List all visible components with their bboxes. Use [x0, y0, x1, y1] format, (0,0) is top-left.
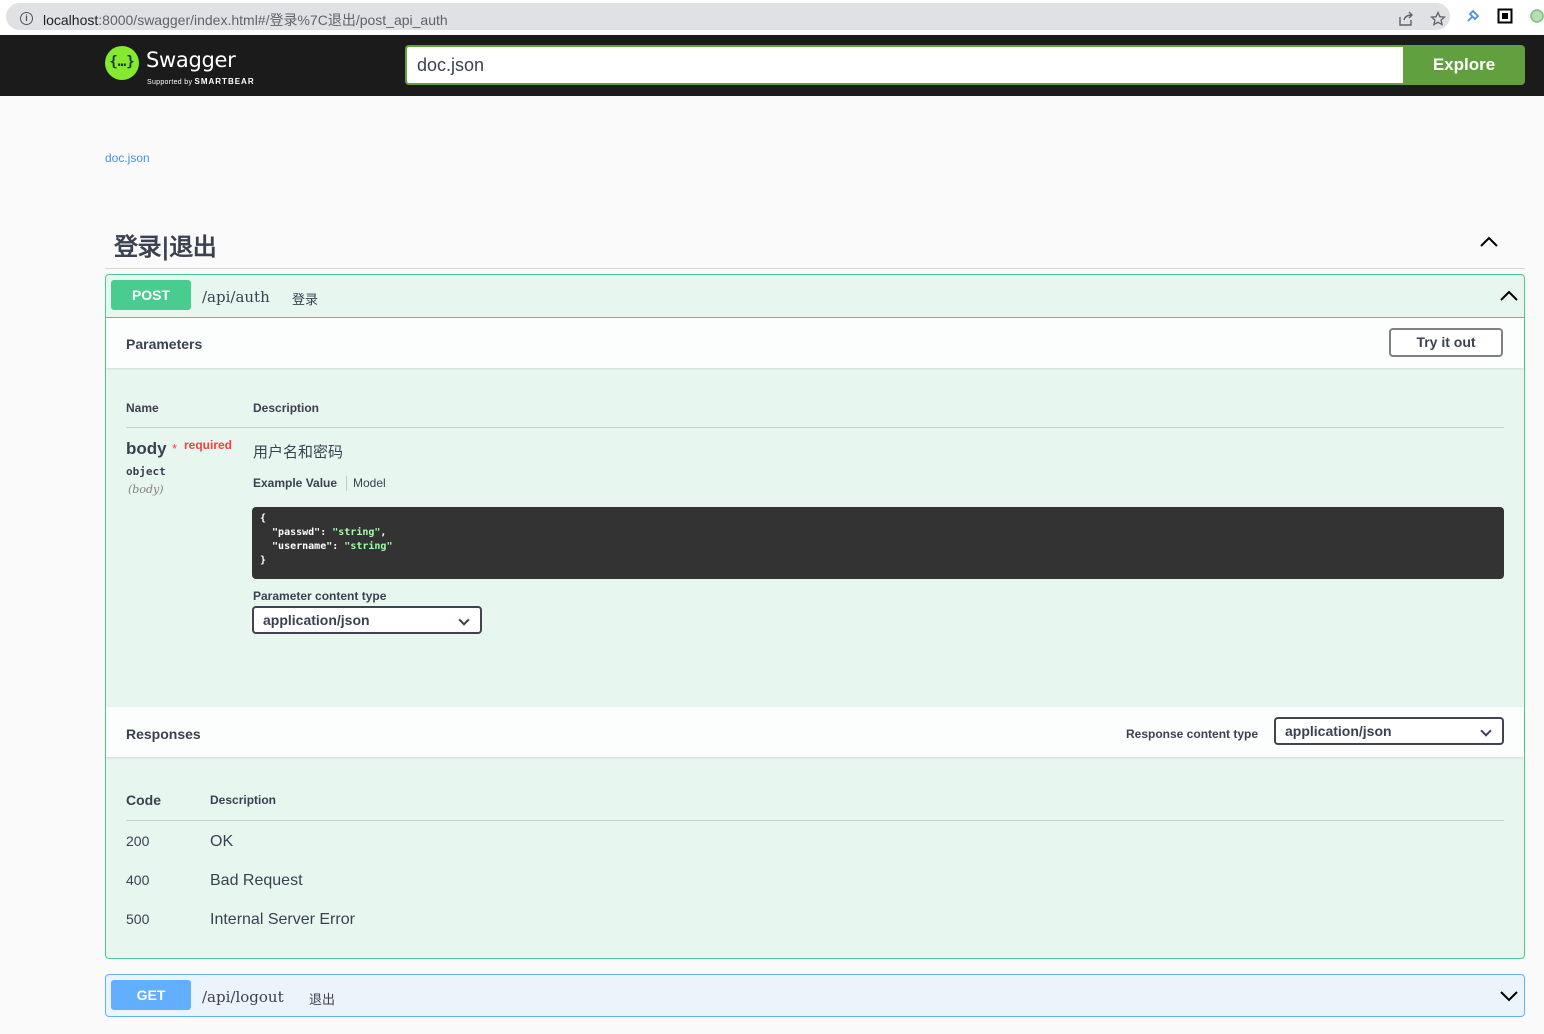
- responses-label: Responses: [126, 726, 201, 742]
- response-content-type-label: Response content type: [1126, 727, 1259, 741]
- parameter-content-type-label: Parameter content type: [253, 589, 387, 603]
- response-description: Internal Server Error: [210, 911, 355, 928]
- code-line: "username": "string": [260, 541, 393, 552]
- code-line: {: [260, 513, 267, 524]
- operation-summary[interactable]: POST /api/auth 登录: [106, 275, 1524, 318]
- param-name: body: [126, 439, 167, 458]
- operation-summary-text: 登录: [292, 292, 319, 307]
- required-star: *: [172, 441, 178, 456]
- param-in: (body): [128, 483, 164, 496]
- example-value-tab[interactable]: Example Value: [253, 476, 337, 490]
- response-content-type-select[interactable]: application/json: [1274, 717, 1504, 745]
- tag-divider: [105, 268, 1525, 269]
- required-label: required: [184, 438, 233, 452]
- chevron-down-icon: [458, 614, 470, 626]
- response-code: 400: [126, 872, 150, 888]
- site-info-icon[interactable]: i: [20, 12, 33, 25]
- chevron-up-icon[interactable]: [1499, 289, 1519, 303]
- param-type: object: [126, 465, 166, 478]
- browser-toolbar: i localhost:8000/swagger/index.html#/登录%…: [0, 0, 1544, 33]
- spec-link[interactable]: doc.json: [105, 151, 150, 165]
- address-text[interactable]: localhost:8000/swagger/index.html#/登录%7C…: [43, 10, 448, 30]
- operation-summary-text: 退出: [309, 992, 336, 1007]
- tab-separator: [346, 476, 347, 491]
- parameter-content-type-select[interactable]: application/json: [252, 606, 482, 634]
- chevron-down-icon: [1480, 725, 1492, 737]
- method-badge: GET: [111, 980, 191, 1010]
- spec-url-input[interactable]: doc.json: [405, 45, 1403, 85]
- profile-icon[interactable]: [1529, 8, 1544, 24]
- response-description: OK: [210, 833, 234, 850]
- operation-get-api-logout[interactable]: GET /api/logout 退出: [105, 974, 1525, 1017]
- operation-path: /api/logout: [202, 988, 284, 1006]
- star-icon[interactable]: [1430, 11, 1446, 27]
- resp-col-code: Code: [126, 792, 161, 808]
- resp-table-divider: [126, 820, 1504, 821]
- code-line: "passwd": "string",: [260, 527, 387, 538]
- try-it-out-button[interactable]: Try it out: [1389, 328, 1503, 357]
- response-description: Bad Request: [210, 872, 303, 889]
- param-col-name: Name: [126, 401, 159, 415]
- share-icon[interactable]: [1398, 11, 1414, 27]
- swagger-logo-icon[interactable]: {…}: [105, 46, 139, 80]
- param-col-description: Description: [253, 401, 320, 415]
- parameters-label: Parameters: [126, 336, 203, 352]
- param-table-divider: [126, 427, 1504, 428]
- responses-header: Responses Response content type applicat…: [106, 707, 1524, 757]
- param-description: 用户名和密码: [253, 444, 344, 461]
- explore-button[interactable]: Explore: [1403, 45, 1525, 85]
- parameters-header: Parameters Try it out: [106, 318, 1524, 368]
- extension-icon[interactable]: [1465, 8, 1481, 24]
- model-tab[interactable]: Model: [353, 476, 386, 490]
- chevron-up-icon[interactable]: [1479, 235, 1499, 249]
- example-code-block[interactable]: { "passwd": "string", "username": "strin…: [252, 507, 1504, 579]
- window-icon[interactable]: [1497, 8, 1513, 24]
- response-code: 500: [126, 911, 150, 927]
- address-bar[interactable]: i localhost:8000/swagger/index.html#/登录%…: [6, 3, 1450, 30]
- operation-path: /api/auth: [202, 288, 270, 306]
- response-code: 200: [126, 833, 150, 849]
- resp-col-description: Description: [210, 793, 277, 807]
- operation-post-api-auth: POST /api/auth 登录 Parameters Try it out …: [105, 274, 1525, 959]
- method-badge: POST: [111, 280, 191, 310]
- swagger-logo-sub: Supported by SMARTBEAR: [147, 77, 255, 86]
- swagger-logo-text[interactable]: Swagger: [146, 48, 236, 72]
- tag-title[interactable]: 登录|退出: [114, 227, 217, 262]
- code-line: }: [260, 555, 267, 566]
- chevron-down-icon[interactable]: [1499, 989, 1519, 1003]
